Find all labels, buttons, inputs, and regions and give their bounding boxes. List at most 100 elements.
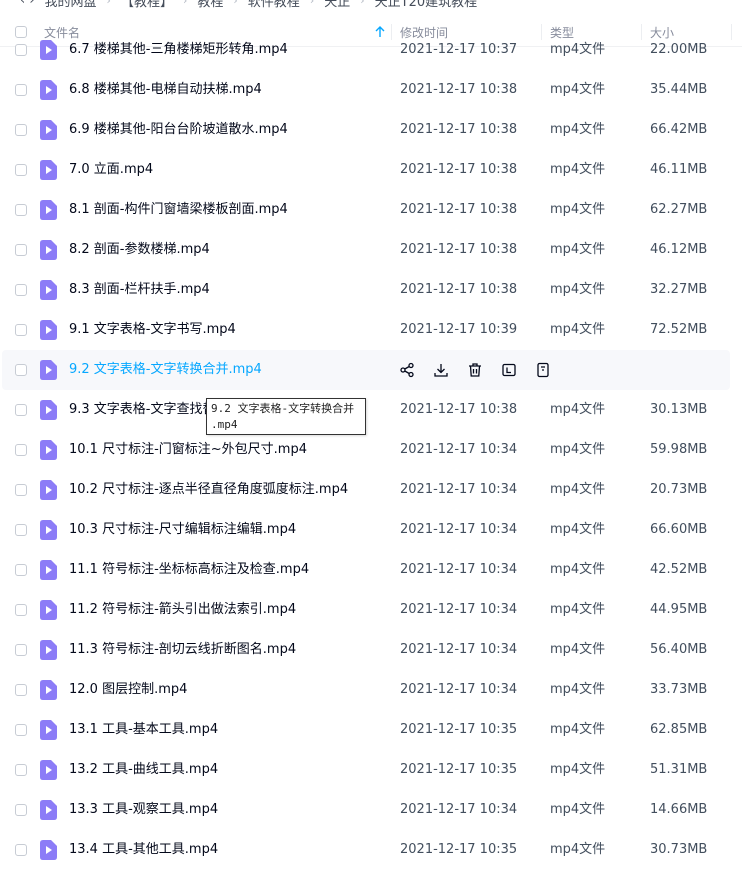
file-type: mp4文件 [550, 842, 606, 857]
file-name-link[interactable]: 11.1 符号标注-坐标标高标注及检查.mp4 [69, 550, 309, 590]
file-size: 66.60MB [650, 522, 708, 537]
download-icon[interactable] [432, 361, 450, 379]
breadcrumb-item[interactable]: 天正T20建筑教程 [375, 0, 477, 10]
more-icon[interactable] [534, 361, 552, 379]
breadcrumb-item[interactable]: 【教程】 [121, 0, 173, 10]
file-size: 62.85MB [650, 722, 708, 737]
row-checkbox[interactable] [15, 804, 27, 816]
video-file-icon [40, 600, 57, 620]
row-checkbox[interactable] [15, 404, 27, 416]
row-checkbox[interactable] [15, 604, 27, 616]
breadcrumb-item[interactable]: 天正 [324, 0, 350, 10]
nav-back-forward-icon[interactable]: ‹ › [20, 0, 35, 8]
file-size: 44.95MB [650, 602, 708, 617]
file-row[interactable]: 9.3 文字表格-文字查找替换.mp4 2021-12-17 10:38 mp4文件… [0, 390, 742, 430]
file-row[interactable]: 11.1 符号标注-坐标标高标注及检查.mp4 2021-12-17 10:34 m… [0, 550, 742, 590]
file-size: 46.11MB [650, 162, 708, 177]
file-row[interactable]: 6.8 楼梯其他-电梯自动扶梯.mp4 2021-12-17 10:38 mp4文件… [0, 70, 742, 110]
file-modified-time: 2021-12-17 10:34 [400, 602, 518, 617]
file-name-link[interactable]: 8.3 剖面-栏杆扶手.mp4 [69, 270, 210, 310]
video-file-icon [40, 520, 57, 540]
file-size: 56.40MB [650, 642, 708, 657]
file-name-link[interactable]: 11.2 符号标注-箭头引出做法索引.mp4 [69, 590, 296, 630]
row-checkbox[interactable] [15, 844, 27, 856]
row-checkbox[interactable] [15, 124, 27, 136]
file-name-link[interactable]: 10.3 尺寸标注-尺寸编辑标注编辑.mp4 [69, 510, 296, 550]
file-row[interactable]: 13.3 工具-观察工具.mp4 2021-12-17 10:34 mp4文件 14.… [0, 790, 742, 830]
file-type: mp4文件 [550, 802, 606, 817]
row-checkbox[interactable] [15, 764, 27, 776]
file-modified-time: 2021-12-17 10:34 [400, 562, 518, 577]
file-type: mp4文件 [550, 522, 606, 537]
file-row[interactable]: 11.3 符号标注-剖切云线折断图名.mp4 2021-12-17 10:34 mp… [0, 630, 742, 670]
file-name-link[interactable]: 11.3 符号标注-剖切云线折断图名.mp4 [69, 630, 296, 670]
file-size: 14.66MB [650, 802, 708, 817]
row-checkbox[interactable] [15, 44, 27, 56]
file-row[interactable]: 6.9 楼梯其他-阳台台阶坡道散水.mp4 2021-12-17 10:38 mp4… [0, 110, 742, 150]
file-name-link[interactable]: 13.1 工具-基本工具.mp4 [69, 710, 218, 750]
file-row[interactable]: 12.0 图层控制.mp4 2021-12-17 10:34 mp4文件 33.73M… [0, 670, 742, 710]
file-type: mp4文件 [550, 562, 606, 577]
file-name-link[interactable]: 12.0 图层控制.mp4 [69, 670, 187, 710]
tooltip-line-2: .mp4 [211, 418, 238, 431]
file-row[interactable]: 8.1 剖面-构件门窗墙梁楼板剖面.mp4 2021-12-17 10:38 mp4… [0, 190, 742, 230]
file-row[interactable]: 13.2 工具-曲线工具.mp4 2021-12-17 10:35 mp4文件 51.… [0, 750, 742, 790]
row-checkbox[interactable] [15, 484, 27, 496]
file-name-link[interactable]: 9.2 文字表格-文字转换合并.mp4 [69, 350, 262, 390]
file-name-link[interactable]: 13.2 工具-曲线工具.mp4 [69, 750, 218, 790]
delete-icon[interactable] [466, 361, 484, 379]
file-name-link[interactable]: 13.3 工具-观察工具.mp4 [69, 790, 218, 830]
file-name-link[interactable]: 6.9 楼梯其他-阳台台阶坡道散水.mp4 [69, 110, 288, 150]
video-file-icon [40, 320, 57, 340]
file-row[interactable]: 8.2 剖面-参数楼梯.mp4 2021-12-17 10:38 mp4文件 46.1… [0, 230, 742, 270]
row-checkbox[interactable] [15, 164, 27, 176]
breadcrumb-item[interactable]: 教程 [197, 0, 223, 10]
breadcrumb-item[interactable]: 我的网盘 [45, 0, 97, 10]
file-row[interactable]: 13.4 工具-其他工具.mp4 2021-12-17 10:35 mp4文件 30.… [0, 830, 742, 870]
file-name-link[interactable]: 6.7 楼梯其他-三角楼梯矩形转角.mp4 [69, 30, 288, 70]
file-row[interactable]: 8.3 剖面-栏杆扶手.mp4 2021-12-17 10:38 mp4文件 32.2… [0, 270, 742, 310]
file-row[interactable]: 7.0 立面.mp4 2021-12-17 10:38 mp4文件 46.11MB [0, 150, 742, 190]
row-checkbox[interactable] [15, 724, 27, 736]
row-checkbox[interactable] [15, 644, 27, 656]
share-icon[interactable] [398, 361, 416, 379]
row-checkbox[interactable] [15, 444, 27, 456]
row-checkbox[interactable] [15, 364, 27, 376]
video-file-icon [40, 400, 57, 420]
file-modified-time: 2021-12-17 10:38 [400, 202, 518, 217]
file-size: 51.31MB [650, 762, 708, 777]
file-type: mp4文件 [550, 402, 606, 417]
breadcrumb-item[interactable]: 软件教程 [248, 0, 300, 10]
file-size: 59.98MB [650, 442, 708, 457]
file-type: mp4文件 [550, 762, 606, 777]
file-row[interactable]: 10.3 尺寸标注-尺寸编辑标注编辑.mp4 2021-12-17 10:34 mp… [0, 510, 742, 550]
rename-icon[interactable] [500, 361, 518, 379]
file-row[interactable]: 10.2 尺寸标注-逐点半径直径角度弧度标注.mp4 2021-12-17 10:… [0, 470, 742, 510]
row-checkbox[interactable] [15, 204, 27, 216]
file-name-link[interactable]: 10.1 尺寸标注-门窗标注~外包尺寸.mp4 [69, 430, 307, 470]
file-name-link[interactable]: 9.1 文字表格-文字书写.mp4 [69, 310, 236, 350]
file-row[interactable]: 9.2 文字表格-文字转换合并.mp4 [0, 350, 742, 390]
file-size: 30.13MB [650, 402, 708, 417]
row-checkbox[interactable] [15, 524, 27, 536]
file-row[interactable]: 9.1 文字表格-文字书写.mp4 2021-12-17 10:39 mp4文件 72… [0, 310, 742, 350]
chevron-right-icon: › [360, 0, 365, 7]
file-row[interactable]: 10.1 尺寸标注-门窗标注~外包尺寸.mp4 2021-12-17 10:34 m… [0, 430, 742, 470]
row-checkbox[interactable] [15, 244, 27, 256]
row-checkbox[interactable] [15, 564, 27, 576]
file-name-link[interactable]: 8.1 剖面-构件门窗墙梁楼板剖面.mp4 [69, 190, 288, 230]
row-checkbox[interactable] [15, 324, 27, 336]
file-name-link[interactable]: 7.0 立面.mp4 [69, 150, 153, 190]
file-name-link[interactable]: 8.2 剖面-参数楼梯.mp4 [69, 230, 210, 270]
file-row[interactable]: 13.1 工具-基本工具.mp4 2021-12-17 10:35 mp4文件 62.… [0, 710, 742, 750]
file-name-link[interactable]: 10.2 尺寸标注-逐点半径直径角度弧度标注.mp4 [69, 470, 348, 510]
video-file-icon [40, 360, 57, 380]
file-row[interactable]: 6.7 楼梯其他-三角楼梯矩形转角.mp4 2021-12-17 10:37 mp4… [0, 30, 742, 70]
file-name-link[interactable]: 6.8 楼梯其他-电梯自动扶梯.mp4 [69, 70, 262, 110]
row-checkbox[interactable] [15, 684, 27, 696]
file-name-link[interactable]: 13.4 工具-其他工具.mp4 [69, 830, 218, 870]
file-row[interactable]: 11.2 符号标注-箭头引出做法索引.mp4 2021-12-17 10:34 mp… [0, 590, 742, 630]
row-checkbox[interactable] [15, 84, 27, 96]
row-checkbox[interactable] [15, 284, 27, 296]
file-type: mp4文件 [550, 602, 606, 617]
